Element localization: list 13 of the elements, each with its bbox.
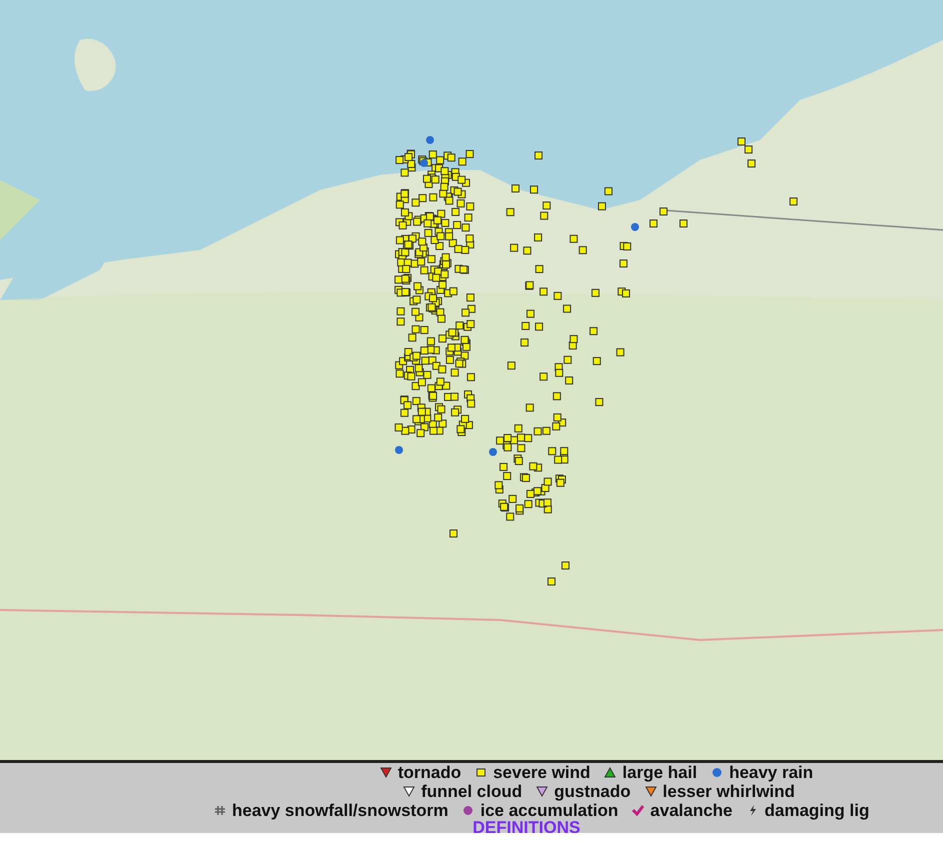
legend-label: lesser whirlwind	[662, 782, 795, 802]
legend-label: avalanche	[650, 800, 733, 820]
legend-label: heavy snowfall/snowstorm	[232, 800, 448, 820]
map-drawing[interactable]	[0, 0, 943, 760]
legend-label: ice accumulation	[480, 800, 618, 820]
legend-label: tornado	[398, 763, 462, 782]
legend-label: damaging lig	[764, 800, 870, 820]
legend-label: heavy rain	[729, 763, 814, 782]
legend-label: gustnado	[554, 782, 631, 802]
legend-label: large hail	[622, 763, 698, 782]
legend-label: severe wind	[493, 763, 590, 782]
legend-label: funnel cloud	[421, 782, 522, 802]
definitions-link[interactable]: DEFINITIONS	[472, 820, 580, 833]
